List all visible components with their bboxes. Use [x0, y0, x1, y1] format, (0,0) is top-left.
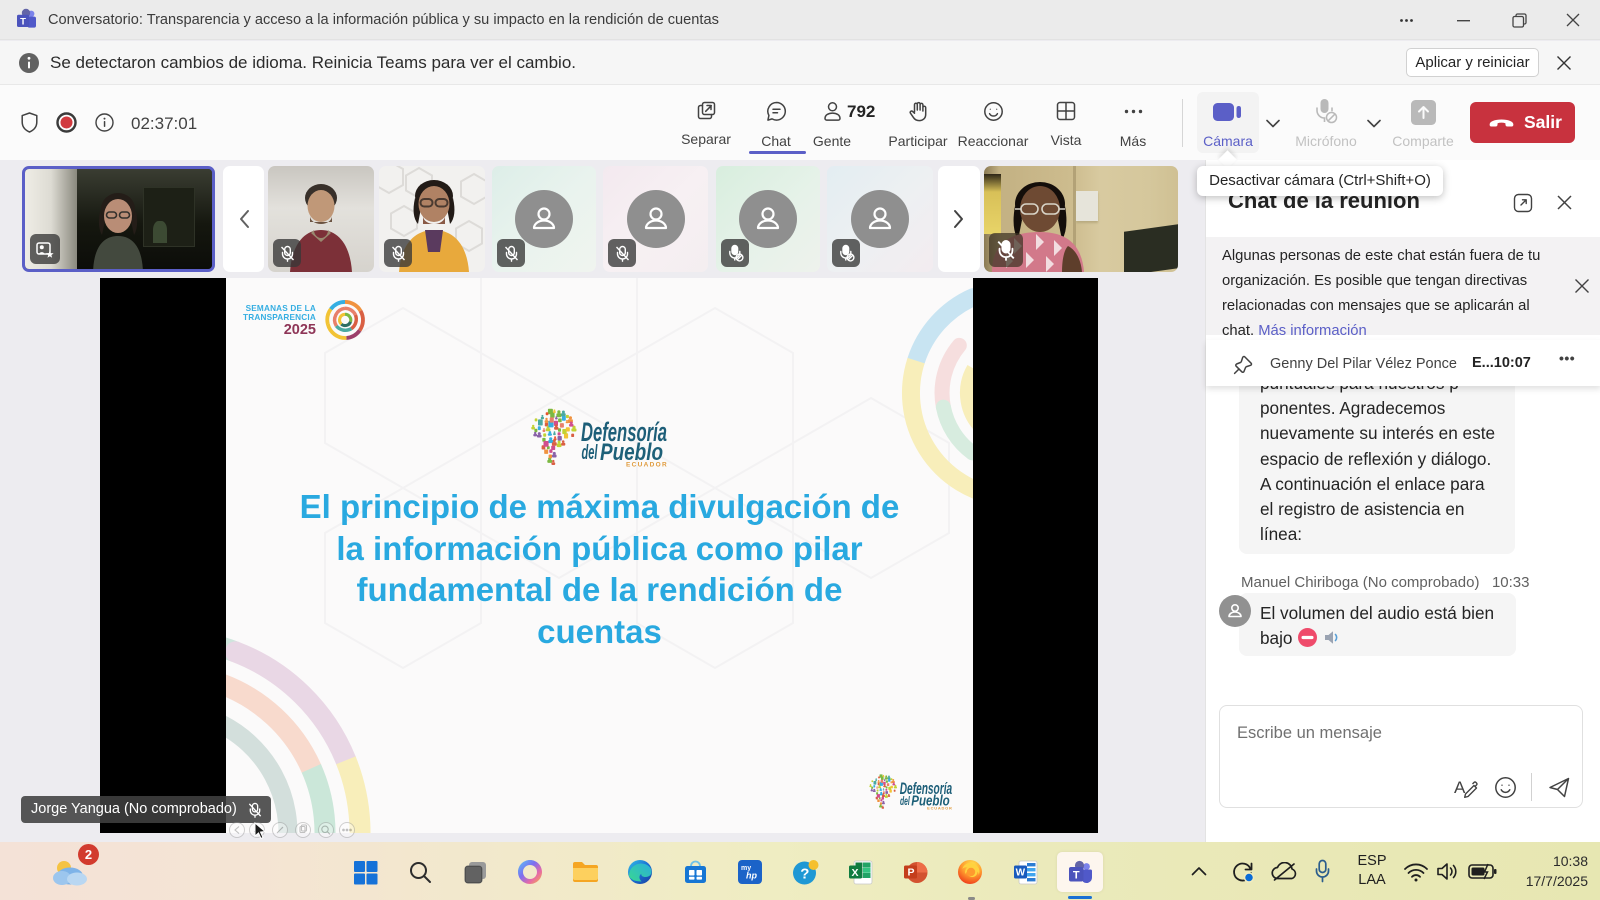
svg-text:T: T — [20, 16, 26, 27]
svg-text:del: del — [582, 442, 598, 464]
svg-text:hp: hp — [746, 871, 757, 881]
svg-text:X: X — [851, 866, 858, 878]
svg-text:T: T — [1072, 869, 1079, 881]
svg-text:?: ? — [800, 865, 809, 882]
svg-text:P: P — [907, 866, 914, 878]
svg-text:W: W — [1015, 867, 1025, 878]
svg-text:del: del — [900, 794, 910, 808]
svg-text:ECUADOR: ECUADOR — [626, 462, 668, 469]
svg-text:ECUADOR: ECUADOR — [927, 806, 953, 811]
svg-text:A: A — [1454, 778, 1466, 797]
